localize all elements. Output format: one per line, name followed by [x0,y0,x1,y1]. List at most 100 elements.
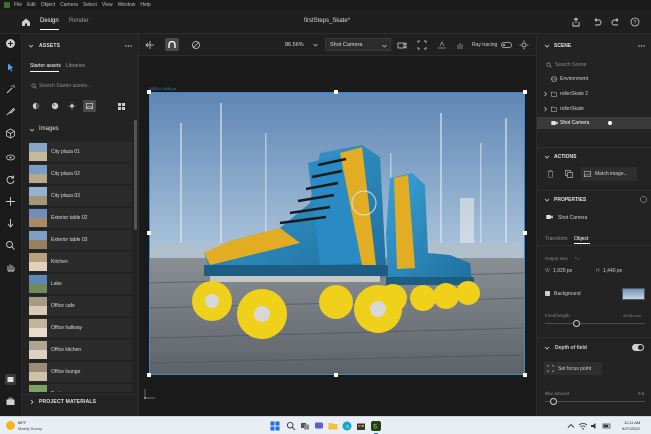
zoom-level[interactable]: 86.56% [285,42,304,48]
blur-amount-slider-handle[interactable] [550,398,557,405]
settings-icon[interactable] [519,40,529,50]
menu-help[interactable]: Help [140,2,150,8]
asset-item[interactable]: Office cafe [29,296,132,316]
asset-item[interactable]: Office kitchen [29,340,132,360]
help-icon[interactable] [640,196,647,203]
tab-design[interactable]: Design [40,18,59,30]
scene-item-rollerskate-2[interactable]: rollerSkate 2 [542,89,646,99]
asset-item[interactable]: City plaza 02 [29,164,132,184]
asset-item[interactable]: Park [29,384,132,392]
menu-edit[interactable]: Edit [27,2,36,8]
home-icon[interactable] [21,17,31,27]
visibility-dot-icon[interactable] [608,121,612,125]
chevron-down-icon[interactable] [544,197,550,203]
ray-tracing-toggle[interactable] [501,42,512,48]
scene-item-shot-camera[interactable]: Shot Camera [537,117,651,129]
background-checkbox[interactable] [545,291,550,296]
snap-off-icon[interactable] [191,40,201,50]
scene-search-field[interactable]: Search Scene [545,59,645,70]
wifi-icon[interactable] [578,421,588,431]
resize-handle-top-right[interactable] [523,90,527,94]
clock-date[interactable]: 9/27/2022 [622,426,640,431]
help-icon[interactable]: ? [630,17,640,27]
task-view-icon[interactable] [300,421,310,431]
rotate-icon[interactable] [5,174,16,185]
magic-select-icon[interactable] [5,84,16,95]
asset-item[interactable]: Office hallway [29,318,132,338]
chevron-right-icon[interactable] [29,399,35,405]
trash-icon[interactable] [547,170,554,178]
chevron-down-icon[interactable] [544,154,550,160]
asset-item[interactable]: Exterior table 02 [29,208,132,228]
clock-time[interactable]: 11:11 AM [624,420,640,425]
move-icon[interactable] [5,196,16,207]
resize-handle-bottom-left[interactable] [147,373,151,377]
resize-handle-left[interactable] [147,231,151,235]
focal-length-value[interactable]: 43.96 mm [623,313,641,318]
substance-stager-icon[interactable]: S [371,421,381,431]
windows-start-icon[interactable] [270,421,280,431]
menu-select[interactable]: Select [83,2,97,8]
chevron-down-icon[interactable] [544,43,550,49]
dolly-icon[interactable] [5,218,16,229]
undo-icon[interactable] [592,17,602,27]
chat-icon[interactable] [314,421,324,431]
depth-of-field-toggle[interactable] [632,344,644,351]
chevron-down-icon[interactable] [313,43,318,47]
select-tool-icon[interactable] [5,62,16,73]
resize-handle-bottom[interactable] [334,373,338,377]
project-materials-title[interactable]: PROJECT MATERIALS [39,399,96,405]
focal-length-slider-handle[interactable] [573,320,580,327]
match-image-button[interactable]: Match image... [581,167,637,181]
chevron-up-icon[interactable] [566,421,576,431]
asset-item[interactable]: Exterior table 03 [29,230,132,250]
store-icon[interactable] [356,421,366,431]
asset-item[interactable]: Office lounge [29,362,132,382]
frame-icon[interactable] [417,40,427,50]
paint-tool-icon[interactable] [5,106,16,117]
duplicate-icon[interactable] [565,170,573,178]
camera-select[interactable]: Shot Camera [325,38,391,51]
asset-item[interactable]: City plaza 01 [29,142,132,162]
weather-sun-icon[interactable] [6,421,15,430]
asset-scrollbar[interactable] [134,120,137,230]
asset-item[interactable]: Kitchen [29,252,132,272]
menu-camera[interactable]: Camera [60,2,78,8]
resize-handle-right[interactable] [523,231,527,235]
scene-item-environment[interactable]: Environment [542,74,646,84]
orbit-icon[interactable] [5,152,16,163]
volume-icon[interactable] [590,421,600,431]
resize-handle-top[interactable] [334,90,338,94]
menu-view[interactable]: View [102,2,113,8]
share-icon[interactable] [571,17,581,27]
more-icon[interactable] [638,43,645,49]
link-icon[interactable] [574,256,580,261]
search-icon[interactable] [286,421,296,431]
camera-bookmark-icon[interactable] [397,40,407,50]
redo-icon[interactable] [611,17,621,27]
edge-browser-icon[interactable] [342,421,352,431]
zoom-icon[interactable] [5,240,16,251]
hand-icon[interactable] [5,262,16,273]
menu-file[interactable]: File [14,2,22,8]
width-input[interactable]: 1,920 px [553,268,572,274]
height-input[interactable]: 1,440 px [603,268,622,274]
set-focus-point-button[interactable]: Set focus point [544,362,602,375]
menu-object[interactable]: Object [41,2,55,8]
add-icon[interactable] [5,38,16,49]
magnet-snap-button[interactable] [165,38,179,51]
properties-tab-transform[interactable]: Transform [545,236,568,242]
hand-pose-icon[interactable] [455,40,465,50]
asset-item[interactable]: Lake [29,274,132,294]
properties-tab-object[interactable]: Object [574,236,588,242]
menu-window[interactable]: Window [118,2,136,8]
scene-item-rollerskate[interactable]: rollerSkate [542,104,646,114]
file-explorer-icon[interactable] [328,421,338,431]
background-thumbnail[interactable] [622,288,645,300]
battery-icon[interactable] [602,421,612,431]
resize-handle-top-left[interactable] [147,90,151,94]
viewport-render[interactable] [149,92,525,375]
assets-panel-icon[interactable] [5,374,16,385]
resize-handle-bottom-right[interactable] [523,373,527,377]
briefcase-icon[interactable] [5,396,16,407]
